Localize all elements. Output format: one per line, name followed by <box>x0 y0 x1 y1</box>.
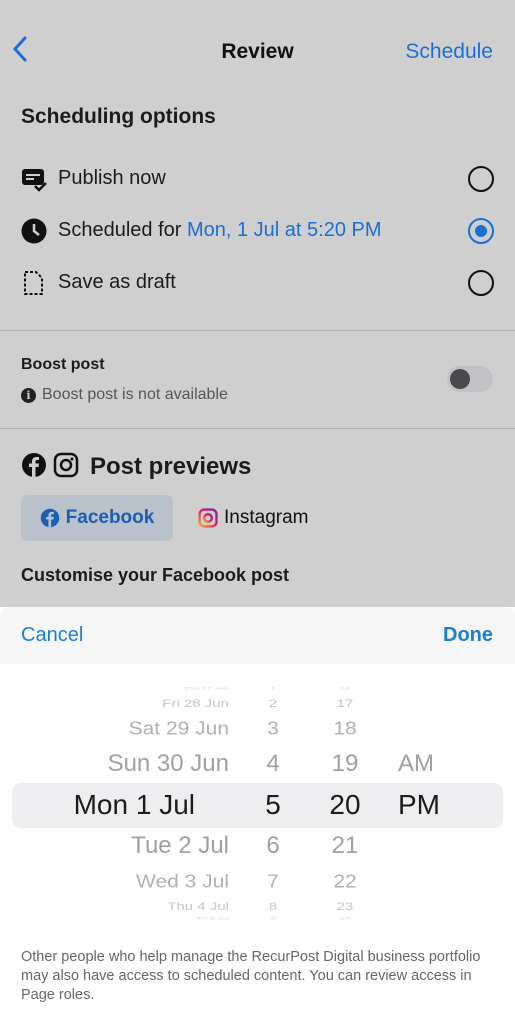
post-previews-heading: Post previews <box>90 453 252 480</box>
tab-instagram[interactable]: Instagram <box>198 495 308 541</box>
picker-hour-option[interactable]: 3 <box>243 719 303 738</box>
preview-platform-icons <box>21 452 79 478</box>
divider <box>0 428 515 429</box>
picker-minute-option[interactable]: 24 <box>315 916 375 920</box>
save-draft-label: Save as draft <box>58 271 176 293</box>
picker-ampm-option[interactable]: AM <box>398 752 434 776</box>
picker-hour-option[interactable]: 7 <box>243 872 303 891</box>
picker-date-option[interactable]: Fri 28 Jun <box>162 697 229 708</box>
done-button[interactable]: Done <box>443 624 493 647</box>
tab-instagram-label: Instagram <box>224 507 309 528</box>
picker-minute-option[interactable]: 22 <box>315 872 375 891</box>
picker-hour-option[interactable]: 1 <box>243 686 303 690</box>
save-draft-radio[interactable] <box>468 270 494 296</box>
picker-minute-option[interactable]: 17 <box>315 697 375 708</box>
picker-hour-option[interactable]: 8 <box>243 900 303 911</box>
publish-now-radio[interactable] <box>468 166 494 192</box>
picker-date-option[interactable]: Fri 5 Jul <box>197 916 229 920</box>
cancel-button[interactable]: Cancel <box>21 624 83 647</box>
picker-date-option[interactable]: Thu 4 Jul <box>167 900 229 911</box>
picker-minute-option[interactable]: 18 <box>315 719 375 738</box>
picker-date-option[interactable]: Sat 29 Jun <box>129 719 229 738</box>
picker-minute-option[interactable]: 19 <box>315 752 375 776</box>
boost-toggle[interactable] <box>447 366 493 392</box>
boost-post-title: Boost post <box>21 356 105 373</box>
info-icon: i <box>21 387 36 403</box>
picker-date-option[interactable]: Sun 30 Jun <box>108 752 229 776</box>
instagram-icon <box>53 452 79 478</box>
facebook-icon <box>22 453 46 477</box>
picker-date-option[interactable]: Wed 3 Jul <box>136 872 229 891</box>
picker-hour-option[interactable]: 4 <box>243 752 303 776</box>
picker-selection-band <box>12 783 503 828</box>
picker-date-option[interactable]: Tue 2 Jul <box>131 834 229 858</box>
scheduling-options-heading: Scheduling options <box>21 105 216 128</box>
facebook-icon <box>40 508 59 528</box>
picker-hour-option[interactable]: 9 <box>243 916 303 920</box>
publish-now-label: Publish now <box>58 167 166 189</box>
boost-info-text: Boost post is not available <box>42 386 228 403</box>
instagram-icon <box>198 508 218 528</box>
boost-info: i Boost post is not available <box>21 386 228 404</box>
schedule-button[interactable]: Schedule <box>405 40 493 64</box>
scheduled-radio[interactable] <box>468 218 494 244</box>
scheduled-for-text: Scheduled for <box>58 219 187 241</box>
picker-minute-option[interactable]: 21 <box>315 834 375 858</box>
clock-icon <box>21 218 47 244</box>
draft-icon <box>21 270 47 296</box>
tab-facebook-label: Facebook <box>65 507 155 528</box>
picker-hour-option[interactable]: 2 <box>243 697 303 708</box>
scheduled-for-label: Scheduled for Mon, 1 Jul at 5:20 PM <box>58 219 382 242</box>
picker-hour-option[interactable]: 6 <box>243 834 303 858</box>
scheduled-datetime[interactable]: Mon, 1 Jul at 5:20 PM <box>187 219 382 241</box>
tab-facebook[interactable]: Facebook <box>21 495 173 541</box>
picker-minute-option[interactable]: 16 <box>315 686 375 690</box>
divider <box>0 330 515 331</box>
picker-date-option[interactable]: Thu 27 Jun <box>184 686 229 690</box>
picker-minute-option[interactable]: 23 <box>315 900 375 911</box>
customise-heading: Customise your Facebook post <box>21 565 290 585</box>
publish-icon <box>21 166 47 192</box>
footer-note: Other people who help manage the RecurPo… <box>21 949 481 1003</box>
